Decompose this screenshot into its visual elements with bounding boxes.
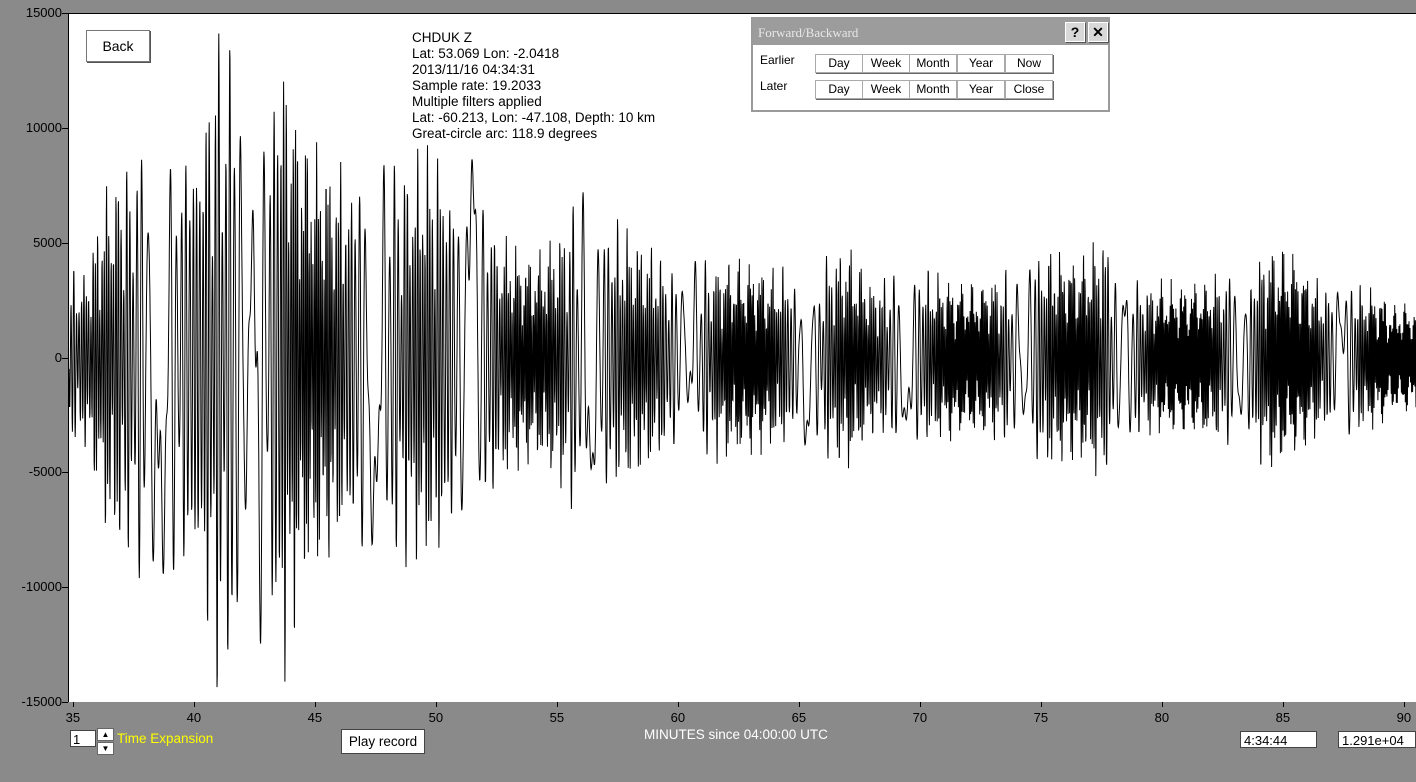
later-month-button[interactable]: Month xyxy=(909,80,957,99)
dialog-title: Forward/Backward xyxy=(758,25,859,40)
help-icon[interactable]: ? xyxy=(1065,22,1085,42)
forward-backward-dialog: Forward/Backward ? ✕ Earlier Later Day W… xyxy=(751,17,1110,112)
back-button[interactable]: Back xyxy=(86,30,150,62)
x-tick-label: 85 xyxy=(1275,710,1291,725)
y-tick-label: 5000 xyxy=(33,234,62,250)
earlier-week-button[interactable]: Week xyxy=(862,54,910,73)
y-tick-mark xyxy=(62,587,68,588)
earlier-year-button[interactable]: Year xyxy=(957,54,1005,73)
y-tick-mark xyxy=(62,243,68,244)
y-tick-label: 0 xyxy=(54,349,62,365)
seismogram-trace-line xyxy=(69,33,1416,688)
filters-note: Multiple filters applied xyxy=(412,94,542,109)
x-tick-mark xyxy=(1404,702,1405,707)
x-tick-mark xyxy=(436,702,437,707)
y-tick-label: -10000 xyxy=(21,579,62,595)
x-tick-mark xyxy=(799,702,800,707)
later-week-button[interactable]: Week xyxy=(862,80,910,99)
dialog-titlebar[interactable]: Forward/Backward ? ✕ xyxy=(753,19,1108,45)
y-tick-label: 10000 xyxy=(25,119,62,135)
cursor-time-readout: 4:34:44 xyxy=(1240,731,1317,748)
x-tick-label: 55 xyxy=(549,710,565,725)
earlier-day-button[interactable]: Day xyxy=(815,54,863,73)
station-info: CHDUK Z Lat: 53.069 Lon: -2.0418 2013/11… xyxy=(412,30,655,142)
y-tick-mark xyxy=(62,13,68,14)
x-tick-mark xyxy=(1283,702,1284,707)
x-tick-mark xyxy=(557,702,558,707)
x-tick-label: 80 xyxy=(1154,710,1170,725)
x-tick-mark xyxy=(678,702,679,707)
great-circle-arc: Great-circle arc: 118.9 degrees xyxy=(412,126,598,141)
now-button[interactable]: Now xyxy=(1005,54,1053,73)
seismogram-chart xyxy=(69,33,1416,688)
event-location: Lat: -60.213, Lon: -47.108, Depth: 10 km xyxy=(412,110,656,125)
play-record-button[interactable]: Play record xyxy=(341,729,425,754)
x-tick-label: 70 xyxy=(912,710,928,725)
earlier-month-button[interactable]: Month xyxy=(909,54,957,73)
station-name: CHDUK Z xyxy=(412,30,472,45)
x-tick-label: 35 xyxy=(65,710,81,725)
x-tick-label: 45 xyxy=(307,710,323,725)
cursor-value-readout: 1.291e+04 xyxy=(1338,731,1416,748)
x-tick-label: 90 xyxy=(1396,710,1412,725)
y-tick-label: -5000 xyxy=(28,464,62,480)
x-tick-label: 50 xyxy=(428,710,444,725)
x-tick-label: 75 xyxy=(1033,710,1049,725)
spin-down-icon[interactable]: ▼ xyxy=(97,742,114,755)
record-datetime: 2013/11/16 04:34:31 xyxy=(412,62,535,77)
close-button[interactable]: Close xyxy=(1005,80,1053,99)
later-label: Later xyxy=(760,79,788,93)
y-tick-label: -15000 xyxy=(21,694,62,709)
spin-up-icon[interactable]: ▲ xyxy=(97,728,114,741)
x-tick-mark xyxy=(1041,702,1042,707)
time-expansion-label: Time Expansion xyxy=(117,731,214,746)
x-tick-mark xyxy=(73,702,74,707)
sample-rate: Sample rate: 19.2033 xyxy=(412,78,542,93)
station-location: Lat: 53.069 Lon: -2.0418 xyxy=(412,46,560,61)
x-tick-label: 65 xyxy=(791,710,807,725)
y-tick-mark xyxy=(62,702,68,703)
close-icon[interactable]: ✕ xyxy=(1088,22,1108,42)
later-year-button[interactable]: Year xyxy=(957,80,1005,99)
seismogram-plot-area[interactable] xyxy=(68,13,1416,702)
time-expansion-input[interactable]: 1 xyxy=(70,730,96,747)
y-tick-mark xyxy=(62,358,68,359)
x-tick-label: 40 xyxy=(186,710,202,725)
later-day-button[interactable]: Day xyxy=(815,80,863,99)
x-tick-mark xyxy=(920,702,921,707)
x-tick-label: 60 xyxy=(670,710,686,725)
y-tick-mark xyxy=(62,472,68,473)
x-axis-label: MINUTES since 04:00:00 UTC xyxy=(644,727,828,742)
x-tick-mark xyxy=(1162,702,1163,707)
y-tick-label: 15000 xyxy=(25,5,62,20)
y-tick-mark xyxy=(62,128,68,129)
x-tick-mark xyxy=(194,702,195,707)
earlier-label: Earlier xyxy=(760,53,795,67)
x-tick-mark xyxy=(315,702,316,707)
